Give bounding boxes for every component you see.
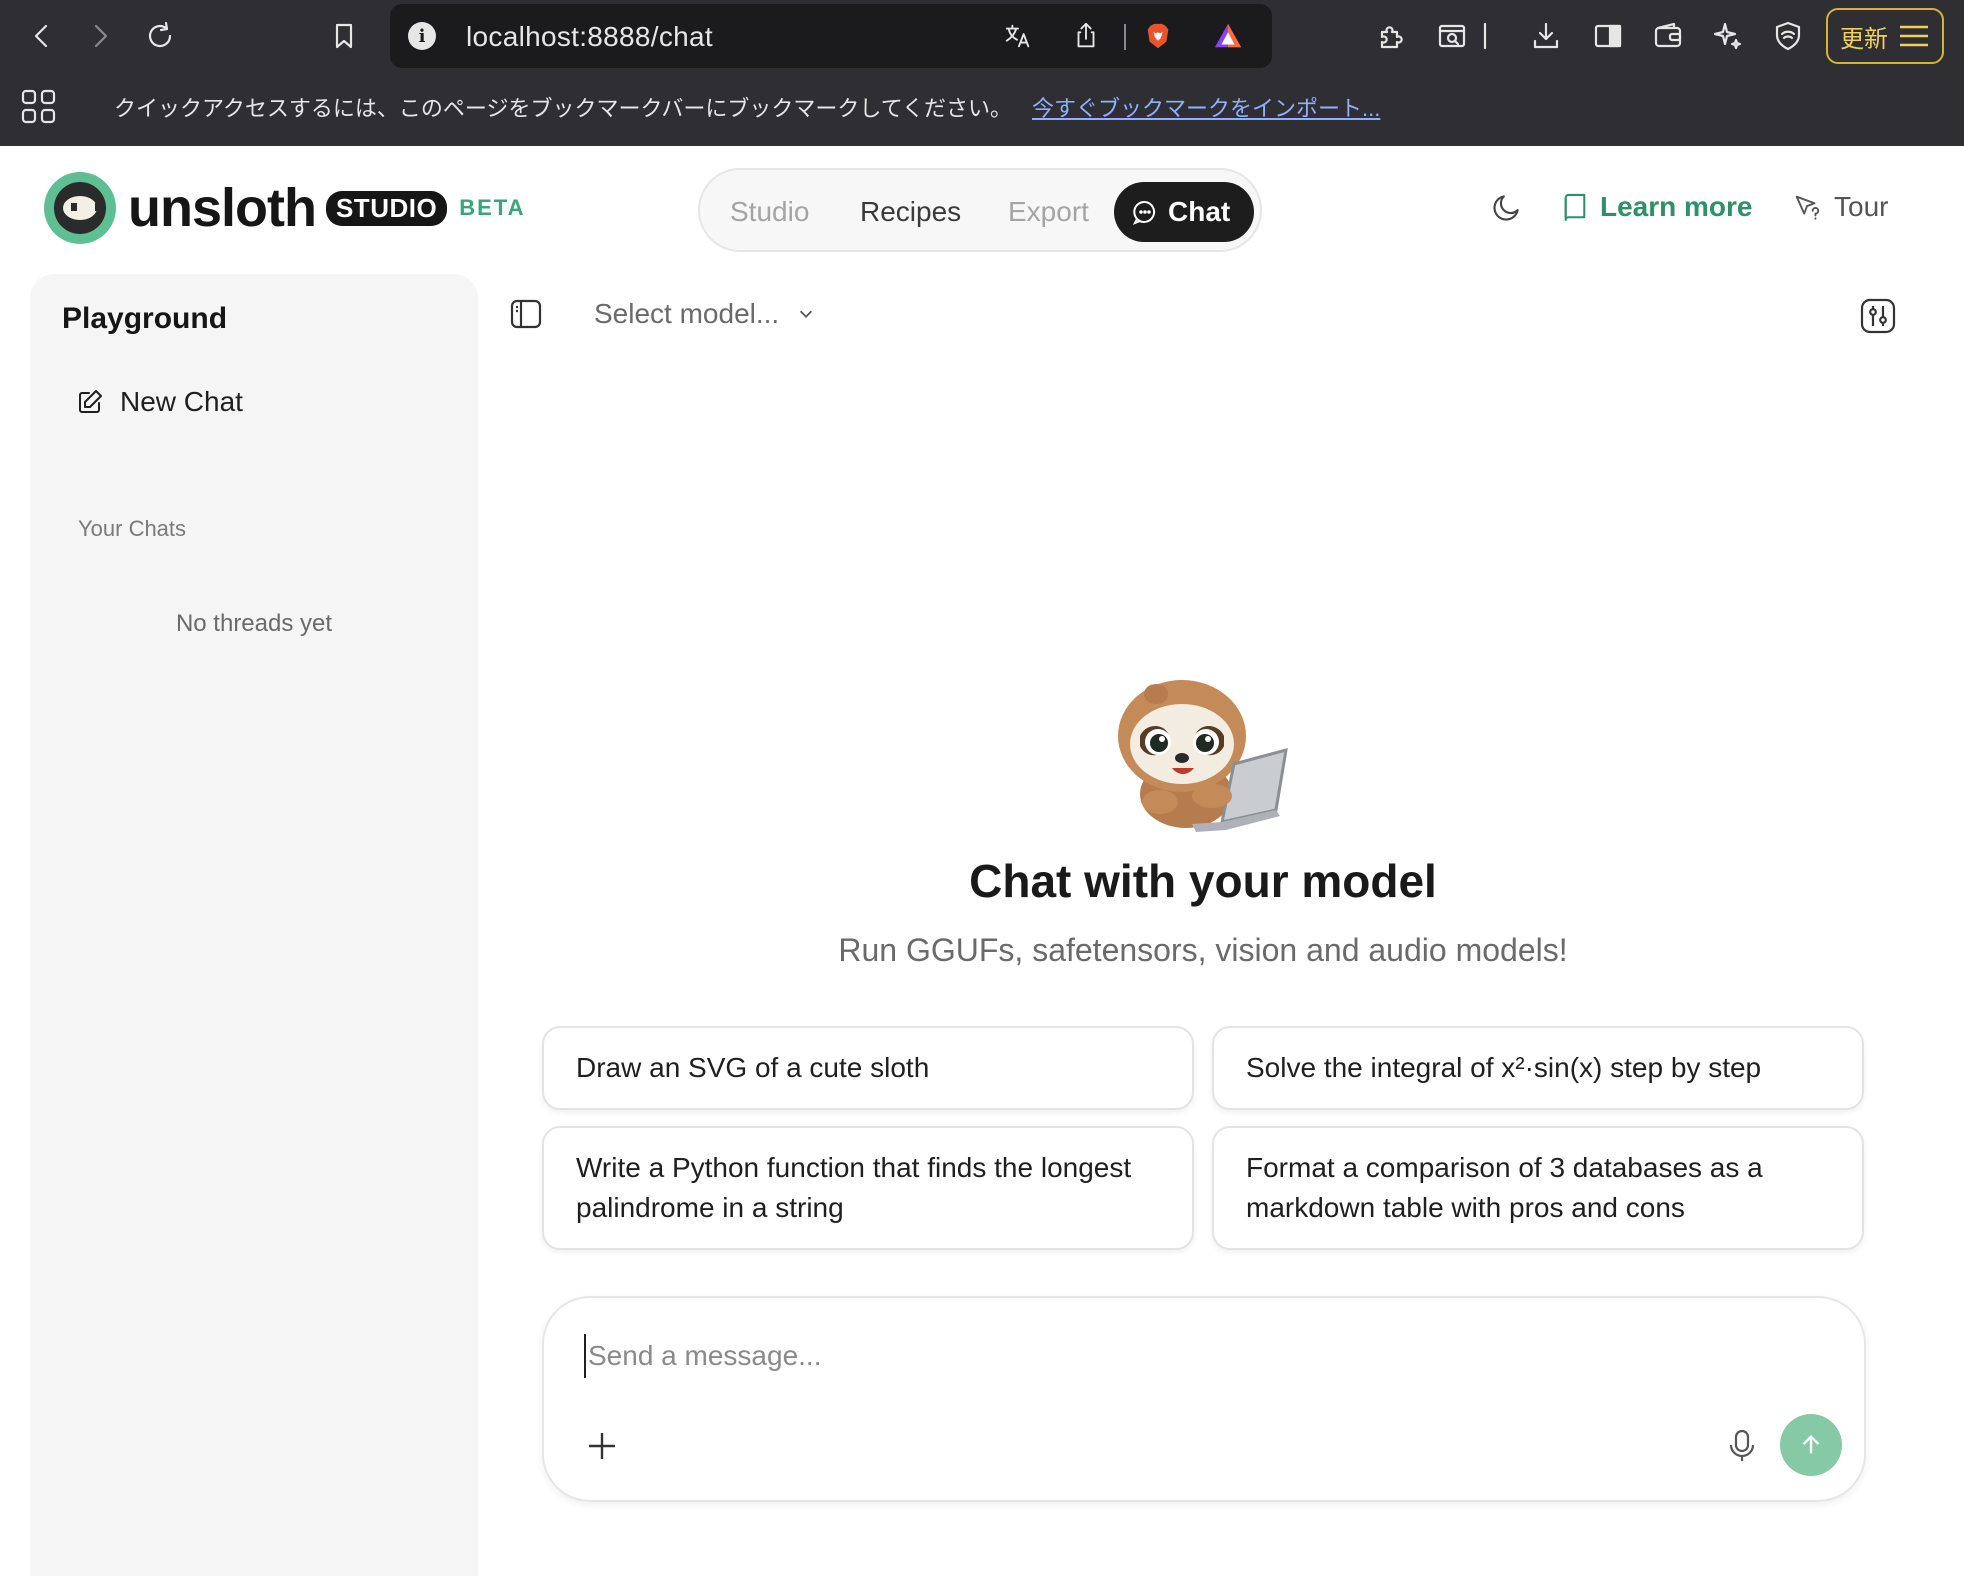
brand-name: unsloth xyxy=(128,178,317,238)
update-label: 更新 xyxy=(1840,25,1888,53)
share-icon[interactable] xyxy=(1068,18,1104,54)
separator xyxy=(1124,24,1126,50)
book-icon xyxy=(1564,193,1586,222)
add-attachment-icon[interactable] xyxy=(584,1428,620,1464)
tour-label: Tour xyxy=(1834,191,1889,222)
chat-bubble-icon xyxy=(1132,200,1156,225)
pointer-icon xyxy=(1795,195,1820,220)
brand-logo[interactable]: unsloth STUDIO BETA xyxy=(44,172,525,244)
suggestion-card[interactable]: Write a Python function that finds the l… xyxy=(542,1126,1194,1250)
browser-chrome: i localhost:8888/chat 更新 クイックアクセスするには、この… xyxy=(0,0,1964,146)
tab-export[interactable]: Export xyxy=(1008,182,1089,242)
send-button[interactable] xyxy=(1780,1414,1842,1476)
hero-subtitle: Run GGUFs, safetensors, vision and audio… xyxy=(838,932,1568,968)
tab-recipes[interactable]: Recipes xyxy=(860,182,961,242)
update-menu-button[interactable]: 更新 xyxy=(1826,8,1944,64)
vpn-shield-icon[interactable] xyxy=(1766,14,1810,58)
bookmark-icon[interactable] xyxy=(322,14,366,58)
separator xyxy=(1478,14,1492,58)
back-icon[interactable] xyxy=(20,14,64,58)
app-root: unsloth STUDIO BETA Studio Recipes Expor… xyxy=(0,146,1964,1576)
studio-badge: STUDIO xyxy=(325,190,448,226)
hero-title: Chat with your model xyxy=(969,855,1437,907)
sloth-logo-icon xyxy=(44,172,116,244)
translate-icon[interactable] xyxy=(1000,18,1036,54)
tour-button[interactable]: Tour xyxy=(1792,182,1888,232)
your-chats-heading: Your Chats xyxy=(78,516,187,541)
chevron-down-icon xyxy=(800,310,813,318)
wallet-icon[interactable] xyxy=(1646,14,1690,58)
learn-more-link[interactable]: Learn more xyxy=(1562,182,1753,232)
tab-studio[interactable]: Studio xyxy=(730,182,809,242)
sidebar-collapse-icon[interactable] xyxy=(508,296,544,332)
browser-toolbar: i localhost:8888/chat 更新 xyxy=(0,0,1964,72)
suggestion-card[interactable]: Draw an SVG of a cute sloth xyxy=(542,1026,1194,1110)
microphone-icon[interactable] xyxy=(1722,1426,1762,1466)
sidebar-toggle-icon[interactable] xyxy=(1586,14,1630,58)
learn-more-label: Learn more xyxy=(1600,191,1753,222)
leo-ai-icon[interactable] xyxy=(1706,14,1750,58)
message-composer xyxy=(542,1296,1866,1502)
reader-search-icon[interactable] xyxy=(1430,14,1474,58)
new-chat-label: New Chat xyxy=(120,386,243,417)
suggestion-card[interactable]: Solve the integral of x²·sin(x) step by … xyxy=(1212,1026,1864,1110)
sidebar-title: Playground xyxy=(62,302,228,335)
site-info-icon[interactable]: i xyxy=(408,22,436,50)
url-text[interactable]: localhost:8888/chat xyxy=(466,21,713,53)
model-select-label: Select model... xyxy=(594,298,780,329)
download-icon[interactable] xyxy=(1524,14,1568,58)
apps-grid-icon[interactable] xyxy=(20,88,58,126)
extensions-icon[interactable] xyxy=(1370,14,1414,58)
theme-toggle-button[interactable] xyxy=(1490,182,1524,232)
forward-icon[interactable] xyxy=(78,14,122,58)
edit-icon xyxy=(79,390,102,413)
sidebar: Playground New Chat Your Chats No thread… xyxy=(30,274,478,1576)
import-bookmarks-link[interactable]: 今すぐブックマークをインポート... xyxy=(1032,91,1380,123)
tab-chat-label: Chat xyxy=(1168,196,1231,227)
new-chat-button[interactable]: New Chat xyxy=(76,386,243,418)
main-nav: Studio Recipes Export Chat xyxy=(698,168,1262,252)
beta-badge: BETA xyxy=(459,195,526,220)
reload-icon[interactable] xyxy=(138,14,182,58)
model-select-dropdown[interactable]: Select model... xyxy=(594,298,815,330)
arrow-up-icon xyxy=(1802,1434,1820,1454)
menu-icon xyxy=(1900,25,1928,47)
brave-shield-icon[interactable] xyxy=(1140,18,1176,54)
tab-chat[interactable]: Chat xyxy=(1114,182,1255,242)
brave-rewards-icon[interactable] xyxy=(1210,18,1246,54)
moon-icon xyxy=(1493,195,1519,221)
bookmark-prompt-text: クイックアクセスするには、このページをブックマークバーにブックマークしてください… xyxy=(114,96,1013,121)
sliders-settings-icon[interactable] xyxy=(1858,296,1898,336)
sloth-mascot-illustration xyxy=(1116,674,1292,834)
empty-threads-text: No threads yet xyxy=(175,610,333,637)
address-bar[interactable]: i localhost:8888/chat xyxy=(390,4,1272,68)
message-input[interactable] xyxy=(584,1334,1824,1378)
suggestion-card[interactable]: Format a comparison of 3 databases as a … xyxy=(1212,1126,1864,1250)
